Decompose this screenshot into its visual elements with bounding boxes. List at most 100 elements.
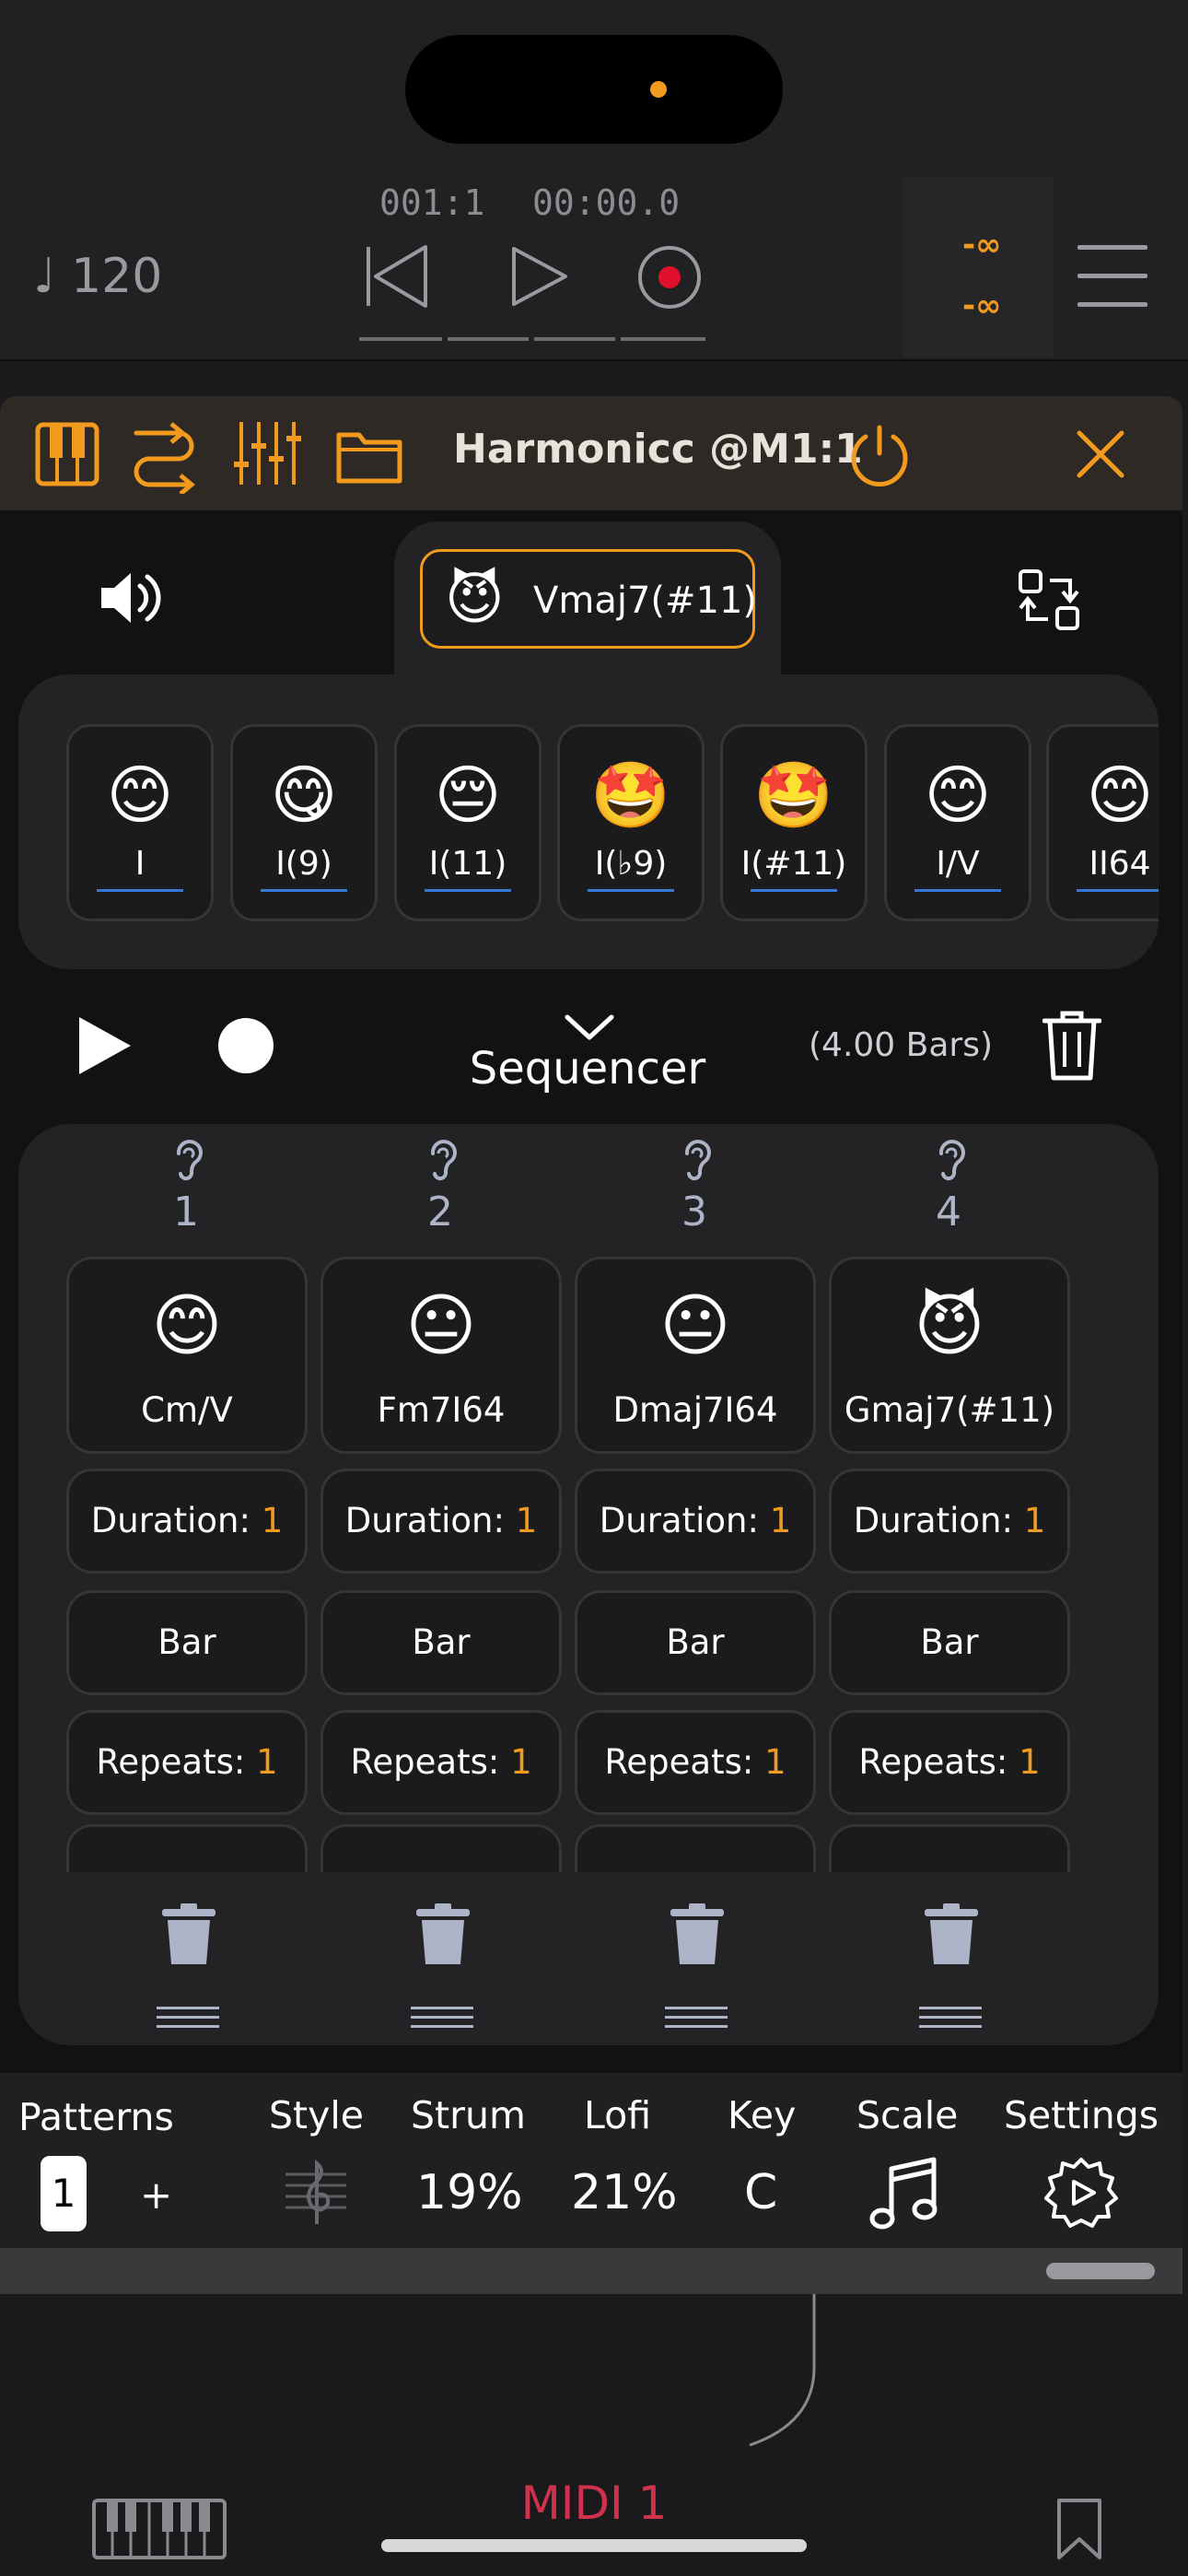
ear-icon[interactable] — [166, 1135, 212, 1181]
chord-underline — [1077, 889, 1159, 892]
repeats-label: Repeats: — [858, 1742, 1008, 1782]
step-chord-card[interactable]: 😐 Fm7I64 — [320, 1257, 562, 1454]
chord-emoji: 😊 — [1086, 757, 1154, 833]
sequencer-play-icon[interactable] — [76, 1015, 133, 1076]
ear-icon[interactable] — [674, 1135, 720, 1181]
music-note-icon[interactable] — [869, 2156, 939, 2233]
pattern-1-button[interactable]: 1 — [41, 2156, 87, 2231]
chord-underline — [751, 889, 837, 892]
menu-icon[interactable] — [1074, 241, 1151, 311]
piano-keys-icon[interactable] — [35, 422, 99, 486]
skip-back-icon[interactable] — [361, 241, 435, 311]
repeats-button[interactable]: Repeats: 1 — [575, 1710, 816, 1815]
add-pattern-button[interactable]: + — [140, 2172, 172, 2218]
folder-icon[interactable] — [335, 427, 403, 485]
swap-icon[interactable] — [1017, 568, 1083, 632]
palette-chord-card[interactable]: 😊 I — [66, 724, 214, 921]
step-chord-card[interactable]: 😐 Dmaj7I64 — [575, 1257, 816, 1454]
drag-handle-icon[interactable] — [665, 2005, 728, 2031]
chord-emoji: 😐 — [405, 1286, 477, 1365]
plugin-resize-bar — [0, 2248, 1182, 2294]
palette-chord-card[interactable]: 😊 II64 — [1046, 724, 1159, 921]
step-number: 4 — [936, 1188, 961, 1235]
trash-icon[interactable] — [923, 1902, 980, 1968]
duration-value: 1 — [1023, 1501, 1046, 1540]
duration-label: Duration: — [344, 1501, 505, 1540]
track-name[interactable]: MIDI 1 — [460, 2476, 728, 2530]
drag-handle-icon[interactable] — [919, 2005, 982, 2031]
trash-icon[interactable] — [669, 1902, 726, 1968]
gear-icon[interactable] — [1044, 2156, 1118, 2230]
treble-clef-icon[interactable] — [284, 2158, 348, 2228]
repeats-label: Repeats: — [604, 1742, 754, 1782]
piano-keys-icon[interactable] — [92, 2499, 227, 2559]
chord-emoji: 😈 — [914, 1286, 985, 1365]
repeats-button[interactable]: Repeats: 1 — [320, 1710, 562, 1815]
palette-chord-card[interactable]: 😋 I(9) — [230, 724, 378, 921]
transport-underline — [359, 337, 705, 341]
chord-emoji: 🤩 — [590, 757, 671, 833]
position-bars: 001:1 — [379, 182, 485, 223]
trash-icon[interactable] — [1042, 1008, 1101, 1082]
duration-label: Duration: — [599, 1501, 759, 1540]
bookmark-icon[interactable] — [1055, 2497, 1103, 2561]
palette-chord-card[interactable]: 🤩 I(♭9) — [557, 724, 705, 921]
current-chord-button[interactable]: 😈 Vmaj7(#11) — [420, 549, 758, 649]
chord-label: I(11) — [428, 845, 507, 883]
repeats-button[interactable]: Repeats: 1 — [829, 1710, 1070, 1815]
sequence-length: (4.00 Bars) — [809, 1026, 994, 1064]
step-chord-card[interactable]: 😊 Cm/V — [66, 1257, 308, 1454]
mode-button[interactable]: Bar — [575, 1590, 816, 1695]
duration-button[interactable]: Duration: 1 — [66, 1469, 308, 1574]
tempo-value: 120 — [71, 249, 163, 304]
sequencer-record-icon[interactable] — [217, 1017, 274, 1074]
sequencer-label[interactable]: Sequencer — [460, 1043, 715, 1095]
record-icon[interactable] — [635, 243, 704, 311]
chevron-down-icon[interactable] — [564, 1012, 615, 1041]
duration-label: Duration: — [853, 1501, 1013, 1540]
tempo-display[interactable]: ♩ 120 — [33, 249, 162, 304]
duration-button[interactable]: Duration: 1 — [829, 1469, 1070, 1574]
palette-chord-card[interactable]: 😊 I/V — [884, 724, 1031, 921]
style-label: Style — [269, 2093, 364, 2137]
palette-chord-card[interactable]: 😔 I(11) — [394, 724, 542, 921]
duration-button[interactable]: Duration: 1 — [320, 1469, 562, 1574]
drag-handle-icon[interactable] — [157, 2005, 219, 2031]
repeats-value: 1 — [764, 1742, 786, 1782]
sequencer-scroll-clip — [55, 1824, 1087, 1872]
ear-icon[interactable] — [928, 1135, 974, 1181]
route-icon[interactable] — [131, 416, 197, 494]
repeats-button[interactable]: Repeats: 1 — [66, 1710, 308, 1815]
palette-chord-card[interactable]: 🤩 I(#11) — [720, 724, 868, 921]
cable-curve — [749, 2294, 816, 2447]
scale-label: Scale — [856, 2093, 959, 2137]
step-number: 1 — [173, 1188, 199, 1235]
step-option-button[interactable] — [829, 1824, 1070, 1872]
mixer-sliders-icon[interactable] — [232, 418, 302, 488]
mode-button[interactable]: Bar — [320, 1590, 562, 1695]
ear-icon[interactable] — [420, 1135, 466, 1181]
duration-button[interactable]: Duration: 1 — [575, 1469, 816, 1574]
mode-button[interactable]: Bar — [829, 1590, 1070, 1695]
lofi-value[interactable]: 21% — [571, 2165, 678, 2220]
duration-value: 1 — [515, 1501, 538, 1540]
trash-icon[interactable] — [414, 1902, 472, 1968]
dynamic-island — [405, 35, 783, 144]
speaker-icon[interactable] — [96, 566, 164, 630]
mode-button[interactable]: Bar — [66, 1590, 308, 1695]
close-icon[interactable] — [1076, 429, 1125, 479]
power-icon[interactable] — [847, 422, 912, 486]
chord-label: Fm7I64 — [377, 1390, 506, 1430]
key-value[interactable]: C — [744, 2165, 777, 2220]
resize-handle[interactable] — [1046, 2263, 1155, 2279]
position-time: 00:00.0 — [532, 182, 681, 223]
step-option-button[interactable] — [575, 1824, 816, 1872]
trash-icon[interactable] — [160, 1902, 217, 1968]
play-icon[interactable] — [507, 243, 571, 310]
drag-handle-icon[interactable] — [411, 2005, 473, 2031]
step-option-button[interactable] — [66, 1824, 308, 1872]
chord-label: Vmaj7(#11) — [533, 580, 758, 622]
strum-value[interactable]: 19% — [416, 2165, 523, 2220]
step-chord-card[interactable]: 😈 Gmaj7(#11) — [829, 1257, 1070, 1454]
step-option-button[interactable] — [320, 1824, 562, 1872]
